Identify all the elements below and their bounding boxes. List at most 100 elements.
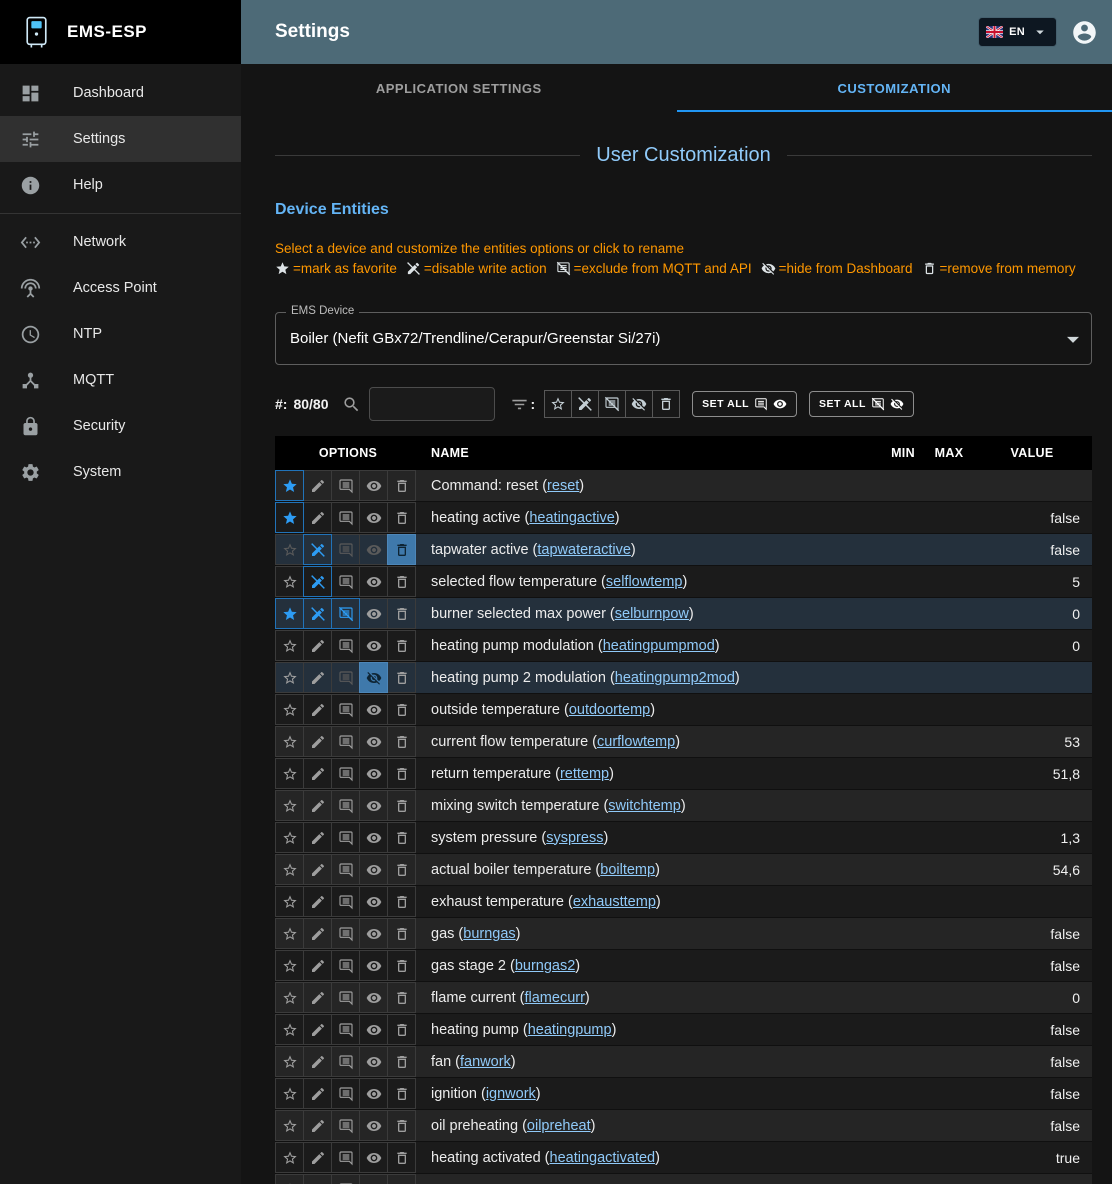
search-input[interactable]: [369, 387, 495, 421]
mqtt-toggle[interactable]: [331, 822, 360, 853]
entity-name[interactable]: gas (burngas): [421, 918, 880, 949]
write-toggle[interactable]: [303, 854, 332, 885]
entity-name[interactable]: Command: reset (reset): [421, 470, 880, 501]
sidebar-item-access-point[interactable]: Access Point: [0, 265, 241, 311]
write-toggle[interactable]: [303, 566, 332, 597]
favorite-toggle[interactable]: [275, 886, 304, 917]
favorite-toggle[interactable]: [275, 822, 304, 853]
entity-id-link[interactable]: fanwork: [460, 1054, 511, 1070]
mqtt-toggle[interactable]: [331, 566, 360, 597]
entity-id-link[interactable]: ignwork: [486, 1086, 536, 1102]
entity-id-link[interactable]: rettemp: [560, 766, 609, 782]
entity-id-link[interactable]: flamecurr: [524, 990, 584, 1006]
favorite-toggle[interactable]: [275, 918, 304, 949]
delete-toggle[interactable]: [387, 630, 416, 661]
delete-toggle[interactable]: [387, 758, 416, 789]
visibility-toggle[interactable]: [359, 950, 388, 981]
visibility-toggle[interactable]: [359, 534, 388, 565]
mqtt-toggle[interactable]: [331, 950, 360, 981]
write-toggle[interactable]: [303, 1014, 332, 1045]
entity-name[interactable]: fan (fanwork): [421, 1046, 880, 1077]
delete-toggle[interactable]: [387, 886, 416, 917]
favorite-toggle[interactable]: [275, 1174, 304, 1184]
write-toggle[interactable]: [303, 694, 332, 725]
favorite-filter[interactable]: [544, 390, 572, 418]
delete-toggle[interactable]: [387, 1110, 416, 1141]
trash-filter[interactable]: [652, 390, 680, 418]
mqtt-toggle[interactable]: [331, 726, 360, 757]
delete-toggle[interactable]: [387, 950, 416, 981]
mqtt-toggle[interactable]: [331, 1142, 360, 1173]
mqtt-toggle[interactable]: [331, 854, 360, 885]
entity-id-link[interactable]: burngas2: [515, 958, 575, 974]
delete-toggle[interactable]: [387, 1046, 416, 1077]
mqtt-toggle[interactable]: [331, 662, 360, 693]
visibility-toggle[interactable]: [359, 630, 388, 661]
delete-toggle[interactable]: [387, 534, 416, 565]
sidebar-item-mqtt[interactable]: MQTT: [0, 357, 241, 403]
visibility-toggle[interactable]: [359, 1110, 388, 1141]
visibility-toggle[interactable]: [359, 886, 388, 917]
mqtt-toggle[interactable]: [331, 598, 360, 629]
entity-id-link[interactable]: oilpreheat: [527, 1118, 591, 1134]
entity-name[interactable]: [421, 1174, 880, 1184]
delete-toggle[interactable]: [387, 790, 416, 821]
write-toggle[interactable]: [303, 1142, 332, 1173]
favorite-toggle[interactable]: [275, 534, 304, 565]
delete-toggle[interactable]: [387, 822, 416, 853]
write-toggle[interactable]: [303, 630, 332, 661]
entity-id-link[interactable]: heatingpump2mod: [615, 670, 735, 686]
entity-id-link[interactable]: heatingpumpmod: [603, 638, 715, 654]
mqtt-toggle[interactable]: [331, 630, 360, 661]
entity-id-link[interactable]: heatingactivated: [550, 1150, 656, 1166]
sidebar-item-network[interactable]: Network: [0, 219, 241, 265]
delete-toggle[interactable]: [387, 1078, 416, 1109]
visibility-toggle[interactable]: [359, 1014, 388, 1045]
entity-id-link[interactable]: curflowtemp: [597, 734, 675, 750]
mqtt-toggle[interactable]: [331, 886, 360, 917]
write-toggle[interactable]: [303, 950, 332, 981]
mqtt-toggle[interactable]: [331, 790, 360, 821]
entity-name[interactable]: exhaust temperature (exhausttemp): [421, 886, 880, 917]
entity-id-link[interactable]: boiltemp: [600, 862, 655, 878]
mqtt-toggle[interactable]: [331, 1046, 360, 1077]
mqtt-toggle[interactable]: [331, 534, 360, 565]
visibility-toggle[interactable]: [359, 470, 388, 501]
write-toggle[interactable]: [303, 726, 332, 757]
favorite-toggle[interactable]: [275, 1046, 304, 1077]
visibility-toggle[interactable]: [359, 758, 388, 789]
favorite-toggle[interactable]: [275, 758, 304, 789]
mqtt-toggle[interactable]: [331, 1174, 360, 1184]
visibility-toggle[interactable]: [359, 822, 388, 853]
write-toggle[interactable]: [303, 886, 332, 917]
write-toggle[interactable]: [303, 502, 332, 533]
entity-id-link[interactable]: outdoortemp: [569, 702, 650, 718]
set-all-show-button[interactable]: SET ALL: [692, 391, 797, 417]
entity-name[interactable]: heating pump modulation (heatingpumpmod): [421, 630, 880, 661]
mqtt-off-filter[interactable]: [598, 390, 626, 418]
favorite-toggle[interactable]: [275, 662, 304, 693]
favorite-toggle[interactable]: [275, 854, 304, 885]
entity-name[interactable]: outside temperature (outdoortemp): [421, 694, 880, 725]
entity-name[interactable]: current flow temperature (curflowtemp): [421, 726, 880, 757]
mqtt-toggle[interactable]: [331, 502, 360, 533]
sidebar-item-system[interactable]: System: [0, 449, 241, 495]
write-toggle[interactable]: [303, 598, 332, 629]
visibility-toggle[interactable]: [359, 918, 388, 949]
favorite-toggle[interactable]: [275, 470, 304, 501]
favorite-toggle[interactable]: [275, 1142, 304, 1173]
entity-id-link[interactable]: heatingactive: [529, 510, 614, 526]
sidebar-item-dashboard[interactable]: Dashboard: [0, 70, 241, 116]
entity-id-link[interactable]: selburnpow: [615, 606, 689, 622]
delete-toggle[interactable]: [387, 918, 416, 949]
favorite-toggle[interactable]: [275, 1110, 304, 1141]
favorite-toggle[interactable]: [275, 1078, 304, 1109]
delete-toggle[interactable]: [387, 470, 416, 501]
visibility-toggle[interactable]: [359, 982, 388, 1013]
visibility-toggle[interactable]: [359, 662, 388, 693]
mqtt-toggle[interactable]: [331, 694, 360, 725]
visibility-toggle[interactable]: [359, 726, 388, 757]
favorite-toggle[interactable]: [275, 726, 304, 757]
visibility-toggle[interactable]: [359, 598, 388, 629]
write-toggle[interactable]: [303, 1174, 332, 1184]
